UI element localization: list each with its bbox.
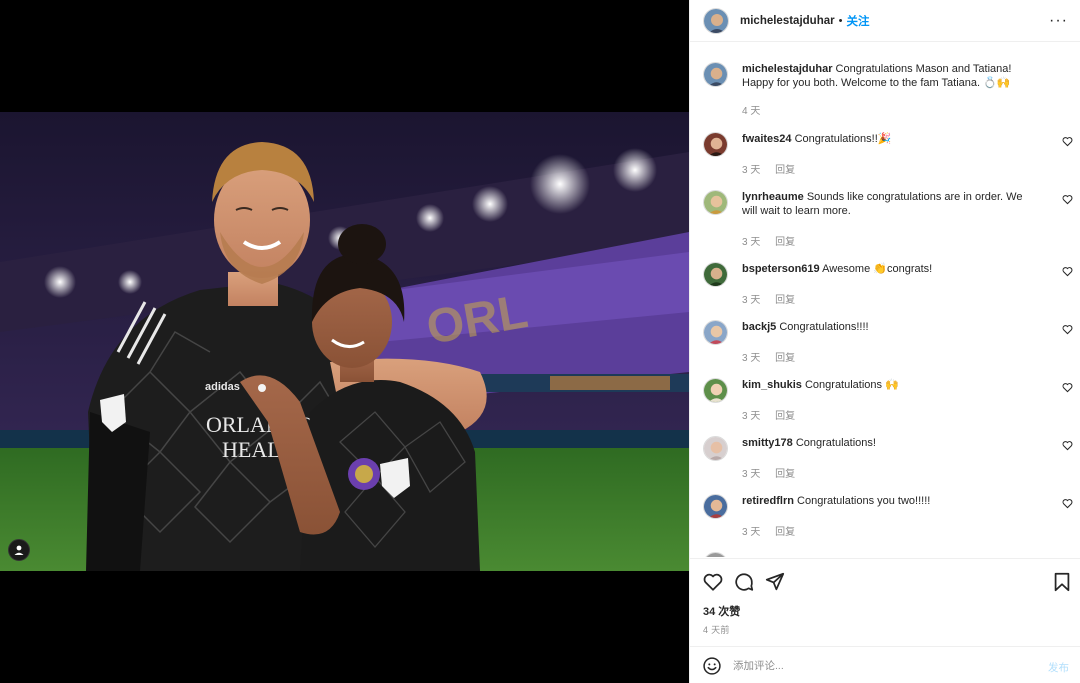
author-avatar[interactable] (703, 7, 729, 34)
comment-time: 3 天 (742, 165, 761, 176)
user-tag-icon (14, 545, 24, 555)
like-heart-icon[interactable] (702, 571, 724, 593)
caption-meta: 4 天 (742, 102, 772, 117)
share-send-icon[interactable] (764, 571, 786, 593)
reply-button[interactable]: 回复 (775, 527, 795, 538)
commenter-avatar[interactable] (703, 262, 728, 287)
post-date: 4 天前 (703, 625, 730, 635)
comment-time: 3 天 (742, 237, 761, 248)
post-comment-button[interactable]: 发布 (1048, 660, 1069, 675)
media-pane: ORL ORLANDO HEALTH adidas (0, 0, 689, 683)
commenter-avatar[interactable] (703, 552, 728, 557)
follow-button[interactable]: 关注 (846, 13, 869, 29)
comment-text: Congratulations! (795, 437, 876, 449)
comments-list[interactable]: michelestajduhar Congratulations Mason a… (690, 43, 1080, 557)
comment-time: 3 天 (742, 469, 761, 480)
comment-body: kim_shukis Congratulations 🙌 (742, 378, 1038, 392)
commenter-username[interactable]: kim_shukis (742, 379, 802, 391)
commenter-avatar[interactable] (703, 132, 728, 157)
commenter-avatar[interactable] (703, 436, 728, 461)
comment-body: bspeterson619 Awesome 👏congrats! (742, 262, 1038, 276)
post-side-panel: michelestajduhar • 关注 ··· michelestajduh… (689, 0, 1080, 683)
comment-time: 3 天 (742, 411, 761, 422)
comment-text: Congratulations!!!! (779, 321, 869, 333)
comment-meta: 3 天 回复 (742, 161, 807, 176)
author-username[interactable]: michelestajduhar (740, 15, 835, 27)
reply-button[interactable]: 回复 (775, 237, 795, 248)
reply-button[interactable]: 回复 (775, 295, 795, 306)
like-comment-heart-icon[interactable] (1062, 266, 1073, 277)
commenter-username[interactable]: retiredflrn (742, 495, 794, 507)
comment-meta: 3 天 回复 (742, 233, 807, 248)
caption-username[interactable]: michelestajduhar (742, 63, 832, 75)
sleeve-logo: adidas (205, 381, 240, 393)
save-bookmark-icon[interactable] (1051, 571, 1073, 593)
comment-body: lynrheaume Sounds like congratulations a… (742, 190, 1038, 218)
comment-text: Congratulations you two!!!!! (797, 495, 931, 507)
comment-text: Awesome 👏congrats! (822, 263, 933, 275)
caption-body: michelestajduhar Congratulations Mason a… (742, 62, 1038, 90)
comment-meta: 3 天 回复 (742, 407, 807, 422)
reply-button[interactable]: 回复 (775, 353, 795, 364)
caption-time: 4 天 (742, 106, 761, 117)
reply-button[interactable]: 回复 (775, 469, 795, 480)
like-comment-heart-icon[interactable] (1062, 324, 1073, 335)
comment-meta: 3 天 回复 (742, 291, 807, 306)
like-comment-heart-icon[interactable] (1062, 136, 1073, 147)
like-comment-heart-icon[interactable] (1062, 194, 1073, 205)
commenter-username[interactable]: backj5 (742, 321, 776, 333)
reply-button[interactable]: 回复 (775, 165, 795, 176)
commenter-username[interactable]: fwaites24 (742, 133, 792, 145)
emoji-picker-icon[interactable] (702, 656, 722, 676)
add-comment-row: 发布 (690, 646, 1080, 683)
comment-time: 3 天 (742, 295, 761, 306)
comment-meta: 3 天 回复 (742, 523, 807, 538)
comment-meta: 3 天 回复 (742, 349, 807, 364)
tagged-users-button[interactable] (8, 539, 30, 561)
comment-time: 3 天 (742, 353, 761, 364)
comment-body: retiredflrn Congratulations you two!!!!! (742, 494, 1038, 508)
commenter-username[interactable]: lynrheaume (742, 191, 804, 203)
action-icons-row (702, 571, 1070, 593)
comment-text: Congratulations!!🎉 (794, 133, 892, 145)
comment-bubble-icon[interactable] (733, 571, 755, 593)
caption-avatar[interactable] (703, 62, 728, 87)
like-comment-heart-icon[interactable] (1062, 498, 1073, 509)
header-separator: • (838, 14, 843, 27)
comment-body: backj5 Congratulations!!!! (742, 320, 1038, 334)
more-options-button[interactable]: ··· (1049, 11, 1068, 29)
commenter-avatar[interactable] (703, 320, 728, 345)
commenter-avatar[interactable] (703, 190, 728, 215)
reply-button[interactable]: 回复 (775, 411, 795, 422)
commenter-username[interactable]: bspeterson619 (742, 263, 820, 275)
comment-time: 3 天 (742, 527, 761, 538)
like-comment-heart-icon[interactable] (1062, 440, 1073, 451)
like-comment-heart-icon[interactable] (1062, 382, 1073, 393)
post-header: michelestajduhar • 关注 ··· (690, 0, 1080, 42)
likes-count[interactable]: 34 次赞 (703, 603, 740, 619)
post-photo[interactable]: ORL ORLANDO HEALTH adidas (0, 112, 689, 571)
comment-meta: 3 天 回复 (742, 465, 807, 480)
commenter-avatar[interactable] (703, 378, 728, 403)
comment-body: fwaites24 Congratulations!!🎉 (742, 132, 1038, 146)
comment-input[interactable] (733, 656, 1023, 676)
commenter-avatar[interactable] (703, 494, 728, 519)
post-actions-bar: 34 次赞 4 天前 发布 (690, 558, 1080, 683)
comment-text: Congratulations 🙌 (804, 379, 899, 391)
commenter-username[interactable]: smitty178 (742, 437, 793, 449)
comment-body: smitty178 Congratulations! (742, 436, 1038, 450)
more-icon: ··· (1049, 11, 1068, 29)
